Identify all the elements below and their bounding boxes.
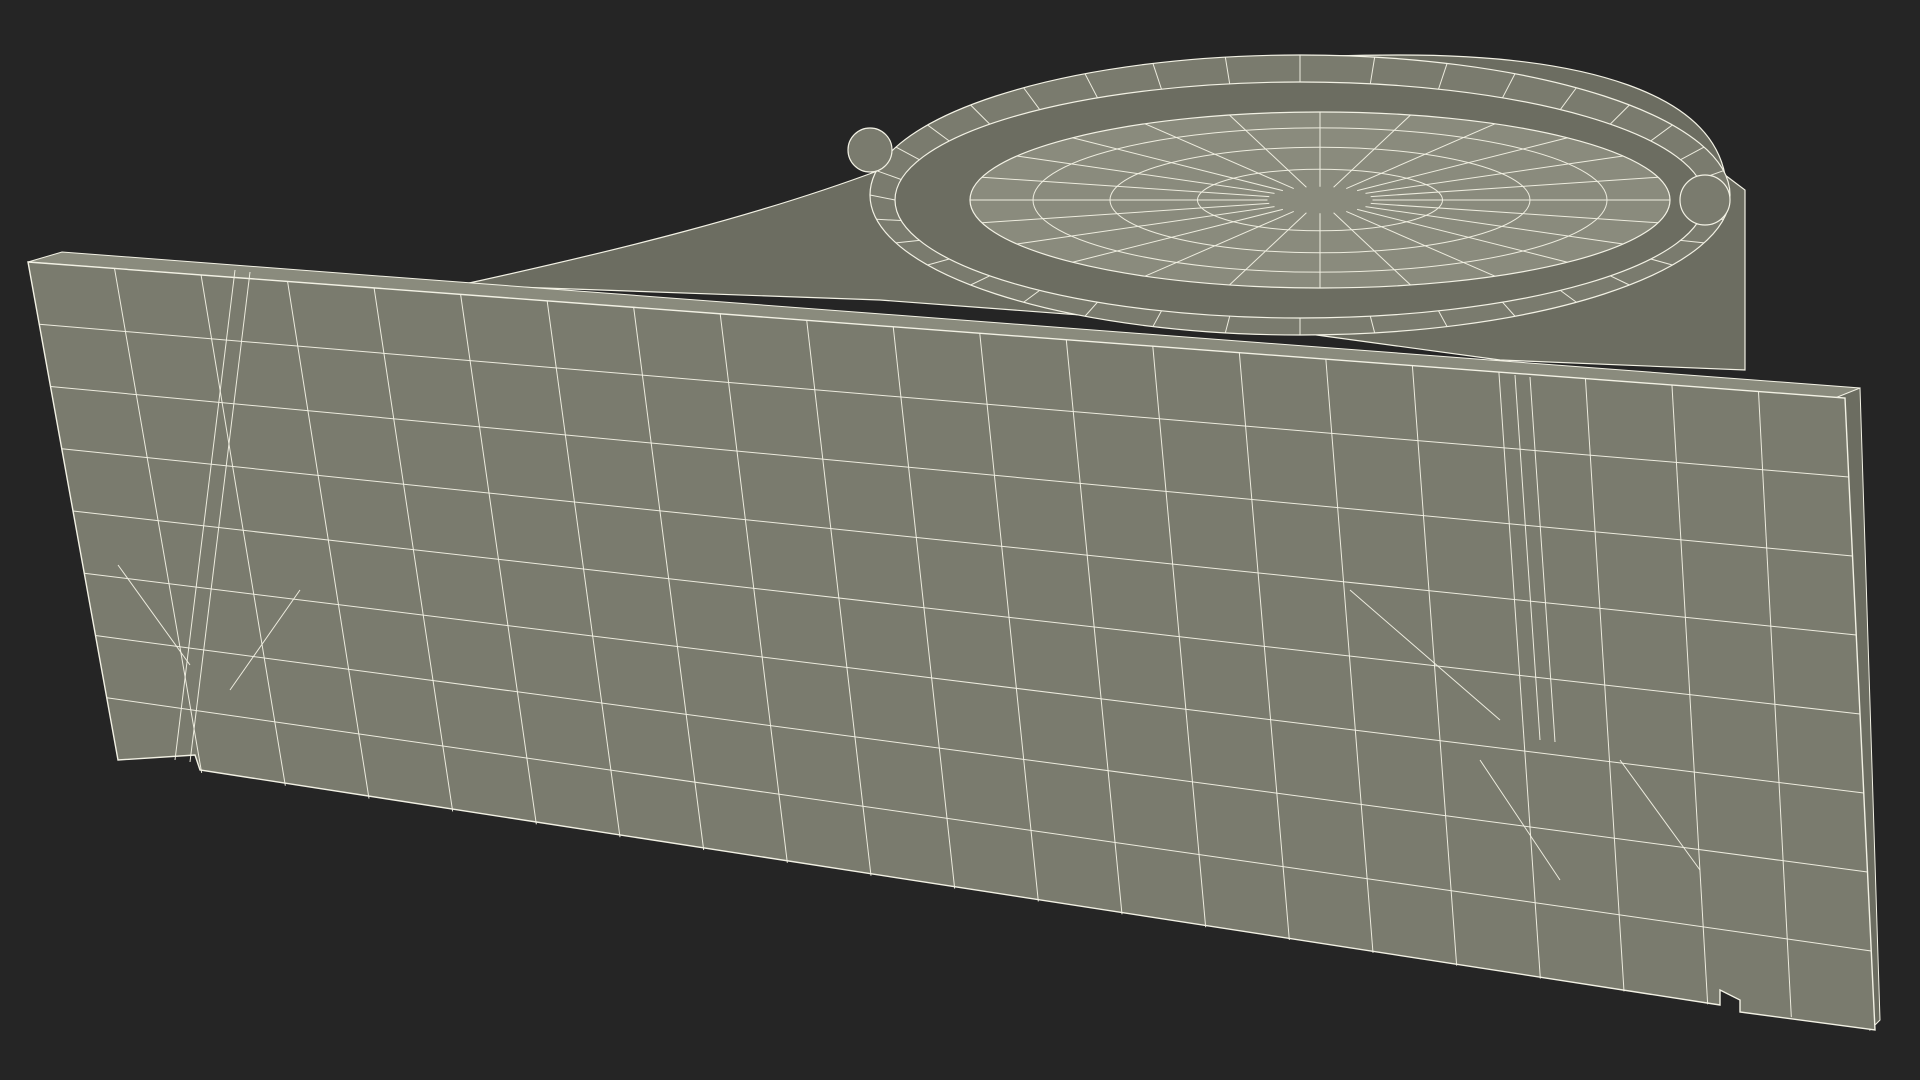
front-plate <box>27 251 1881 1032</box>
mount-knob-left <box>847 127 893 173</box>
3d-viewport[interactable] <box>0 0 1920 1080</box>
mount-knob-right <box>1679 174 1731 226</box>
wireframe-render <box>27 54 1881 1032</box>
